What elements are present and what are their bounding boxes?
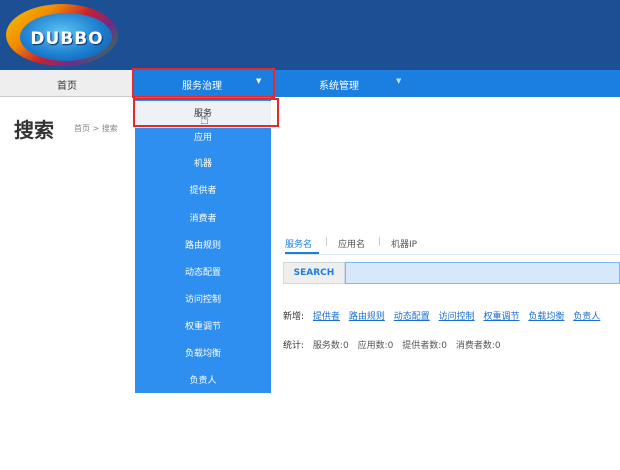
chevron-down-icon: ▼	[256, 77, 262, 85]
main-navbar: 首页 服务治理 ▼ 系统管理 ▼	[0, 70, 620, 97]
quick-add-label: 新增:	[283, 312, 305, 322]
nav-service-governance-label: 服务治理	[182, 81, 222, 92]
dropdown-item-application[interactable]: 应用	[135, 125, 271, 152]
quick-add-row: 新增: 提供者 路由规则 动态配置 访问控制 权重调节 负载均衡 负责人	[283, 309, 606, 322]
dropdown-item-load-balance[interactable]: 负载均衡	[135, 341, 271, 368]
add-route-rule-link[interactable]: 路由规则	[349, 312, 385, 322]
add-load-balance-link[interactable]: 负载均衡	[528, 312, 564, 322]
logo-text: DUBBO	[30, 29, 104, 49]
add-owner-link[interactable]: 负责人	[573, 312, 600, 322]
tab-divider	[285, 254, 620, 255]
dropdown-item-weight[interactable]: 权重调节	[135, 314, 271, 341]
hand-cursor-icon: ☝	[200, 110, 210, 128]
service-governance-dropdown: 服务 应用 机器 提供者 消费者 路由规则 动态配置 访问控制 权重调节 负载均…	[135, 97, 271, 393]
chevron-down-icon: ▼	[396, 77, 402, 85]
nav-home-label: 首页	[57, 81, 77, 92]
tab-separator: |	[325, 237, 329, 247]
tab-application-name[interactable]: 应用名	[338, 237, 365, 250]
dropdown-item-route-rule[interactable]: 路由规则	[135, 233, 271, 260]
add-provider-link[interactable]: 提供者	[313, 312, 340, 322]
stats-label: 统计:	[283, 341, 305, 351]
dropdown-item-machine[interactable]: 机器	[135, 151, 271, 178]
dropdown-item-access-control[interactable]: 访问控制	[135, 287, 271, 314]
tab-service-name[interactable]: 服务名	[285, 237, 312, 250]
page-title: 搜索	[14, 118, 54, 142]
add-weight-link[interactable]: 权重调节	[483, 312, 519, 322]
nav-home[interactable]: 首页	[0, 70, 134, 97]
stat-provider-count: 提供者数:0	[402, 341, 447, 351]
search-button[interactable]: SEARCH	[283, 262, 345, 284]
dropdown-item-provider[interactable]: 提供者	[135, 178, 271, 205]
search-input[interactable]	[345, 262, 620, 284]
nav-system-management-label: 系统管理	[319, 81, 359, 92]
dubbo-logo[interactable]: DUBBO	[6, 4, 118, 66]
nav-service-governance[interactable]: 服务治理 ▼	[134, 70, 272, 97]
stat-consumer-count: 消费者数:0	[455, 341, 501, 351]
dropdown-item-dynamic-config[interactable]: 动态配置	[135, 260, 271, 287]
dropdown-item-owner[interactable]: 负责人	[135, 368, 271, 395]
tab-separator: |	[378, 237, 382, 247]
nav-system-management[interactable]: 系统管理 ▼	[272, 70, 412, 97]
dropdown-item-consumer[interactable]: 消费者	[135, 206, 271, 233]
stat-application-count: 应用数:0	[357, 341, 394, 351]
tab-machine-ip[interactable]: 机器IP	[391, 237, 417, 250]
breadcrumb: 首页 > 搜索	[74, 124, 118, 133]
add-access-control-link[interactable]: 访问控制	[439, 312, 475, 322]
stat-service-count: 服务数:0	[312, 341, 349, 351]
app-header: DUBBO	[0, 0, 620, 70]
stats-row: 统计: 服务数:0 应用数:0 提供者数:0 消费者数:0	[283, 338, 507, 351]
add-dynamic-config-link[interactable]: 动态配置	[394, 312, 430, 322]
